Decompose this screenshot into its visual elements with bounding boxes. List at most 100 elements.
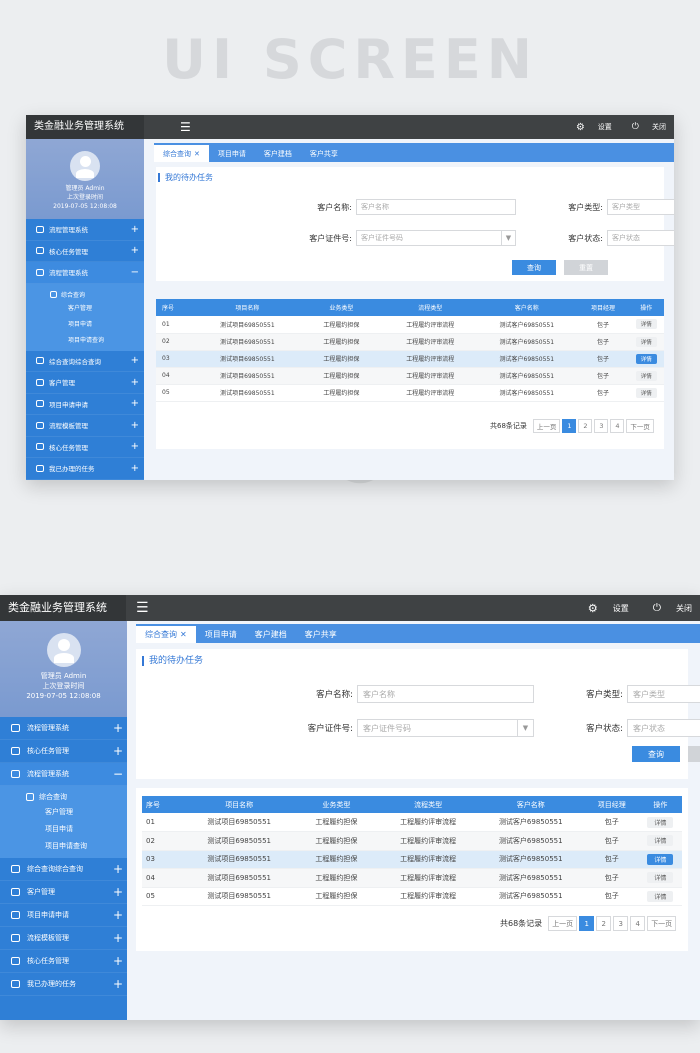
expand-icon[interactable]: + xyxy=(131,224,139,235)
expand-icon[interactable]: + xyxy=(131,245,139,256)
customer-status-select[interactable]: 客户状态▼ xyxy=(627,719,700,737)
page-1-button[interactable]: 1 xyxy=(579,916,595,931)
settings-button[interactable]: ⚙ 设置 xyxy=(566,122,612,133)
sidebar-item-process-open[interactable]: 流程管理系统 − xyxy=(0,763,127,786)
detail-button[interactable]: 详情 xyxy=(647,872,674,884)
tab-customer-share[interactable]: 客户共享 xyxy=(301,145,347,162)
customer-name-input[interactable]: 客户名称 xyxy=(356,199,516,215)
tab-application[interactable]: 项目申请 xyxy=(209,145,255,162)
close-button[interactable]: ⏻ 关闭 xyxy=(622,122,666,132)
expand-icon[interactable]: + xyxy=(131,377,139,388)
expand-icon[interactable]: + xyxy=(113,931,123,945)
expand-icon[interactable]: + xyxy=(113,908,123,922)
query-button[interactable]: 查询 xyxy=(632,746,680,762)
reset-button[interactable]: 重置 xyxy=(688,746,700,762)
close-tab-icon[interactable]: ✕ xyxy=(180,630,187,639)
detail-button[interactable]: 详情 xyxy=(647,816,674,828)
menu-toggle-icon[interactable]: ☰ xyxy=(136,600,149,616)
expand-icon[interactable]: + xyxy=(113,721,123,735)
customer-type-input[interactable]: 客户类型 xyxy=(627,685,700,703)
sidebar-item-done-tasks[interactable]: 我已办理的任务 + xyxy=(0,973,127,996)
page-4-button[interactable]: 4 xyxy=(630,916,646,931)
detail-button[interactable]: 详情 xyxy=(635,319,657,330)
page-4-button[interactable]: 4 xyxy=(610,419,625,433)
sidebar-item-customer[interactable]: 客户管理 + xyxy=(26,372,144,394)
page-2-button[interactable]: 2 xyxy=(596,916,612,931)
reset-button[interactable]: 重置 xyxy=(564,260,608,275)
avatar[interactable] xyxy=(46,633,81,667)
expand-icon[interactable]: + xyxy=(131,398,139,409)
tab-customer-file[interactable]: 客户建档 xyxy=(246,626,296,643)
tab-query[interactable]: 综合查询 ✕ xyxy=(154,145,209,162)
avatar[interactable] xyxy=(70,151,100,181)
tab-query[interactable]: 综合查询 ✕ xyxy=(136,626,196,643)
detail-button[interactable]: 详情 xyxy=(647,890,674,902)
submenu-link-project-query[interactable]: 项目申请查询 xyxy=(26,333,144,349)
detail-button[interactable]: 详情 xyxy=(635,387,657,398)
chevron-down-icon[interactable]: ▼ xyxy=(501,231,515,245)
next-page-button[interactable]: 下一页 xyxy=(647,916,677,931)
expand-icon[interactable]: + xyxy=(131,463,139,474)
sidebar-item-application[interactable]: 项目申请申请 + xyxy=(0,904,127,927)
detail-button[interactable]: 详情 xyxy=(635,336,657,347)
sidebar-item-templates[interactable]: 流程模板管理 + xyxy=(0,927,127,950)
detail-button[interactable]: 详情 xyxy=(647,835,674,847)
page-2-button[interactable]: 2 xyxy=(578,419,593,433)
tab-customer-share[interactable]: 客户共享 xyxy=(296,626,346,643)
table-row[interactable]: 01 测试项目69850551 工程履约担保 工程履约评审流程 测试客户69850551… xyxy=(156,316,664,334)
sidebar-item-query[interactable]: 综合查询综合查询 + xyxy=(0,858,127,881)
customer-status-select[interactable]: 客户状态▼ xyxy=(607,230,674,246)
close-button[interactable]: ⏻ 关闭 xyxy=(641,602,692,615)
sidebar-item-core-tasks[interactable]: 核心任务管理 + xyxy=(0,740,127,763)
table-row[interactable]: 03 测试项目69850551 工程履约担保 工程履约评审流程 测试客户69850551… xyxy=(156,350,664,368)
table-row[interactable]: 01 测试项目69850551 工程履约担保 工程履约评审流程 测试客户69850551… xyxy=(142,813,682,832)
prev-page-button[interactable]: 上一页 xyxy=(532,419,561,433)
tab-customer-file[interactable]: 客户建档 xyxy=(255,145,301,162)
collapse-icon[interactable]: − xyxy=(131,267,139,278)
page-3-button[interactable]: 3 xyxy=(594,419,609,433)
table-row[interactable]: 04 测试项目69850551 工程履约担保 工程履约评审流程 测试客户69850551… xyxy=(142,868,682,888)
sidebar-item-query[interactable]: 综合查询综合查询 + xyxy=(26,351,144,372)
sidebar-item-core-tasks-2[interactable]: 核心任务管理 + xyxy=(26,437,144,458)
expand-icon[interactable]: + xyxy=(113,885,123,899)
customer-type-input[interactable]: 客户类型 xyxy=(607,199,674,215)
expand-icon[interactable]: + xyxy=(131,420,139,431)
chevron-down-icon[interactable]: ▼ xyxy=(517,720,533,736)
table-row[interactable]: 05 测试项目69850551 工程履约担保 工程履约评审流程 测试客户69850551… xyxy=(142,887,682,906)
customer-id-select[interactable]: 客户证件号码 ▼ xyxy=(356,230,516,246)
sidebar-item-process-open[interactable]: 流程管理系统 − xyxy=(26,262,144,284)
menu-toggle-icon[interactable]: ☰ xyxy=(180,120,191,134)
expand-icon[interactable]: + xyxy=(131,355,139,366)
settings-button[interactable]: ⚙ 设置 xyxy=(576,602,629,615)
close-tab-icon[interactable]: ✕ xyxy=(194,150,200,158)
detail-button[interactable]: 详情 xyxy=(635,370,657,381)
table-row[interactable]: 03 测试项目69850551 工程履约担保 工程履约评审流程 测试客户69850551… xyxy=(142,850,682,869)
table-row[interactable]: 05 测试项目69850551 工程履约担保 工程履约评审流程 测试客户69850551… xyxy=(156,384,664,402)
submenu-link-project-query[interactable]: 项目申请查询 xyxy=(0,838,127,855)
sidebar-item-templates[interactable]: 流程模板管理 + xyxy=(26,415,144,437)
expand-icon[interactable]: + xyxy=(113,862,123,876)
submenu-link-customer[interactable]: 客户管理 xyxy=(0,804,127,821)
submenu-title[interactable]: 综合查询 xyxy=(0,790,127,804)
prev-page-button[interactable]: 上一页 xyxy=(548,916,578,931)
submenu-link-project[interactable]: 项目申请 xyxy=(0,821,127,838)
page-1-button[interactable]: 1 xyxy=(562,419,577,433)
collapse-icon[interactable]: − xyxy=(113,767,123,781)
next-page-button[interactable]: 下一页 xyxy=(626,419,654,433)
sidebar-item-process[interactable]: 流程管理系统 + xyxy=(0,717,127,740)
customer-id-select[interactable]: 客户证件号码 ▼ xyxy=(357,719,534,737)
sidebar-item-done-tasks[interactable]: 我已办理的任务 + xyxy=(26,458,144,480)
query-button[interactable]: 查询 xyxy=(512,260,556,275)
submenu-link-project[interactable]: 项目申请 xyxy=(26,317,144,333)
detail-button[interactable]: 详情 xyxy=(647,853,674,865)
sidebar-item-process[interactable]: 流程管理系统 + xyxy=(26,219,144,241)
expand-icon[interactable]: + xyxy=(113,977,123,991)
customer-name-input[interactable]: 客户名称 xyxy=(357,685,534,703)
sidebar-item-customer[interactable]: 客户管理 + xyxy=(0,881,127,904)
submenu-title[interactable]: 综合查询 xyxy=(26,288,144,301)
tab-application[interactable]: 项目申请 xyxy=(196,626,246,643)
expand-icon[interactable]: + xyxy=(131,441,139,452)
sidebar-item-application[interactable]: 项目申请申请 + xyxy=(26,394,144,415)
sidebar-item-core-tasks-2[interactable]: 核心任务管理 + xyxy=(0,950,127,973)
table-row[interactable]: 02 测试项目69850551 工程履约担保 工程履约评审流程 测试客户69850551… xyxy=(142,831,682,851)
